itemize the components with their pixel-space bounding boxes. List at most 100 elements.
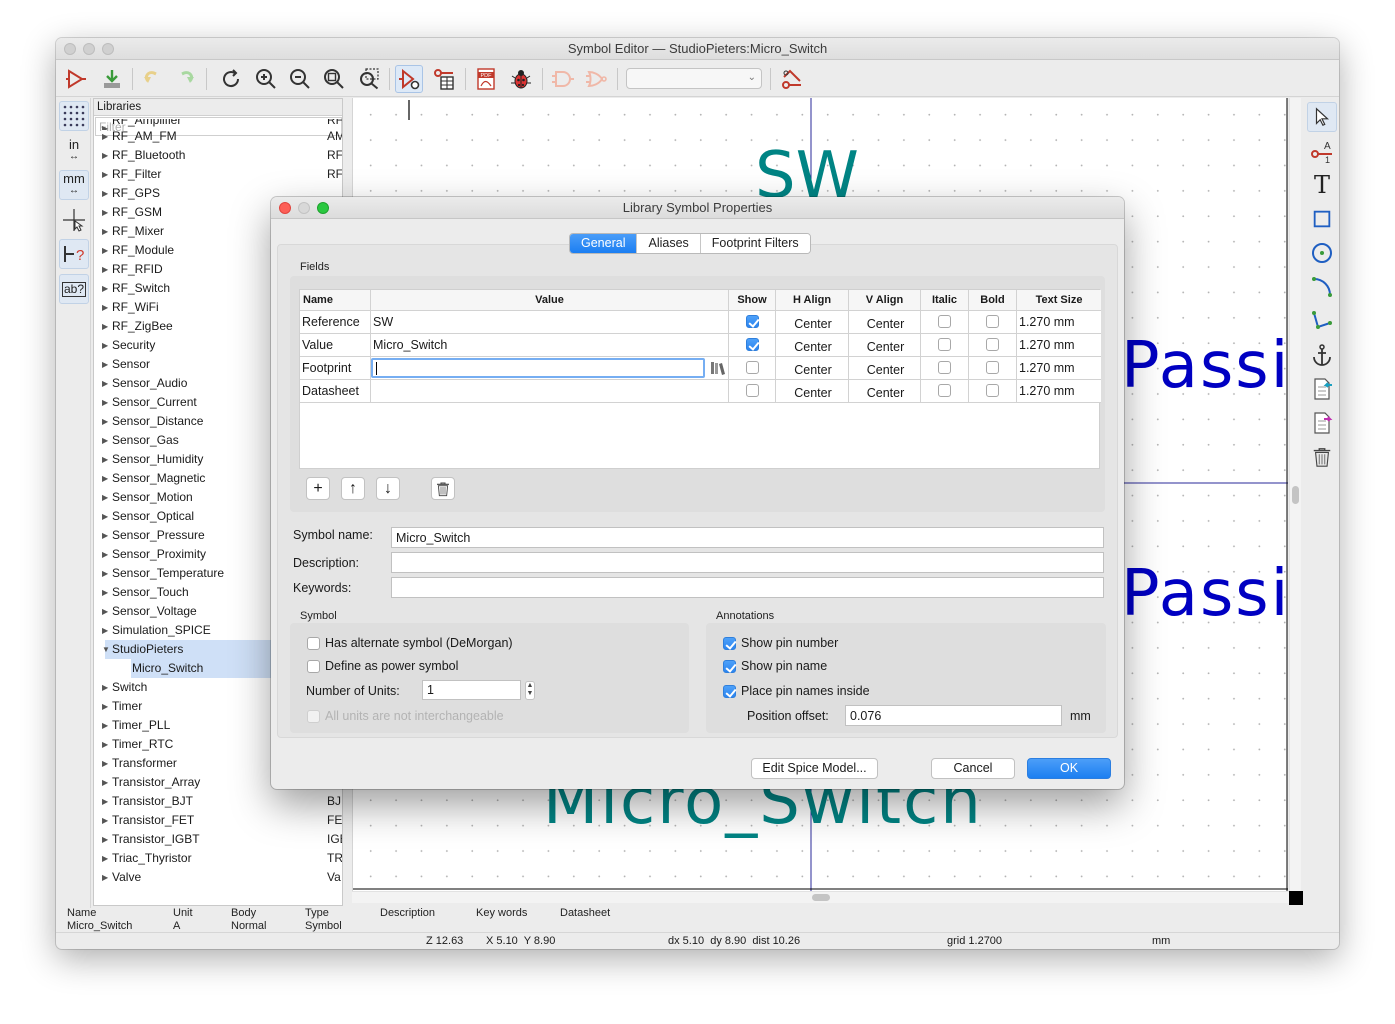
- grid-header-halign[interactable]: H Align: [776, 290, 849, 311]
- minimize-dialog-button[interactable]: [298, 202, 310, 214]
- grid-cell-show[interactable]: [729, 380, 776, 403]
- library-item[interactable]: ▶ RF_AM_FM AM: [94, 127, 342, 146]
- minimize-window-button[interactable]: [83, 43, 95, 55]
- grid-header-name[interactable]: Name: [300, 290, 371, 311]
- grid-header-valign[interactable]: V Align: [849, 290, 921, 311]
- checkbox-box[interactable]: [938, 384, 951, 397]
- zoom-dialog-button[interactable]: [317, 202, 329, 214]
- chevron-right-icon[interactable]: ▶: [102, 507, 108, 526]
- chevron-right-icon[interactable]: ▶: [102, 716, 108, 735]
- add-rectangle-icon[interactable]: [1307, 204, 1337, 234]
- checkbox-box[interactable]: [986, 315, 999, 328]
- tab-aliases[interactable]: Aliases: [637, 234, 701, 253]
- grid-cell-name[interactable]: Reference: [300, 311, 371, 334]
- chevron-right-icon[interactable]: ▶: [102, 241, 108, 260]
- grid-cell-italic[interactable]: [921, 357, 969, 380]
- ok-button[interactable]: OK: [1027, 758, 1111, 779]
- description-input[interactable]: [391, 552, 1104, 573]
- save-icon[interactable]: [98, 65, 126, 93]
- chevron-right-icon[interactable]: ▶: [102, 583, 108, 602]
- number-of-units-input[interactable]: 1: [422, 680, 521, 700]
- chevron-right-icon[interactable]: ▶: [102, 526, 108, 545]
- grid-cell-show[interactable]: [729, 357, 776, 380]
- library-item[interactable]: ▶ Valve Va: [94, 868, 342, 887]
- move-field-up-button[interactable]: ↑: [341, 477, 365, 500]
- grid-cell-halign[interactable]: Center: [776, 334, 849, 357]
- chevron-right-icon[interactable]: ▶: [102, 222, 108, 241]
- chevron-right-icon[interactable]: ▶: [102, 127, 108, 146]
- grid-cell-value[interactable]: Micro_Switch: [371, 334, 729, 357]
- checkbox-box[interactable]: [723, 660, 736, 673]
- checkbox-box[interactable]: [307, 660, 320, 673]
- chevron-right-icon[interactable]: ▶: [102, 336, 108, 355]
- grid-toggle-icon[interactable]: [59, 101, 89, 131]
- cancel-button[interactable]: Cancel: [931, 758, 1015, 779]
- library-item[interactable]: ▶ Transistor_IGBT IGE: [94, 830, 342, 849]
- grid-cell-italic[interactable]: [921, 380, 969, 403]
- chevron-right-icon[interactable]: ▶: [102, 431, 108, 450]
- chevron-right-icon[interactable]: ▶: [102, 773, 108, 792]
- checkbox-box[interactable]: [938, 338, 951, 351]
- zoom-in-icon[interactable]: [252, 65, 280, 93]
- chevron-right-icon[interactable]: ▶: [102, 412, 108, 431]
- grid-cell-valign[interactable]: Center: [849, 357, 921, 380]
- add-circle-icon[interactable]: [1307, 238, 1337, 268]
- bug-icon[interactable]: [507, 65, 535, 93]
- mm-units-icon[interactable]: mm ↔: [59, 170, 89, 200]
- library-item[interactable]: ▶ Transistor_FET FE: [94, 811, 342, 830]
- footprint-value-editor[interactable]: [371, 358, 705, 378]
- fields-grid[interactable]: Name Value Show H Align V Align Italic B…: [299, 289, 1101, 469]
- position-offset-input[interactable]: 0.076: [845, 705, 1062, 726]
- chevron-right-icon[interactable]: ▶: [102, 450, 108, 469]
- add-pin-icon[interactable]: A1: [1307, 136, 1337, 166]
- grid-cell-valign[interactable]: Center: [849, 334, 921, 357]
- grid-cell-italic[interactable]: [921, 311, 969, 334]
- add-field-button[interactable]: +: [306, 477, 330, 500]
- import-symbol-icon[interactable]: [1307, 374, 1337, 404]
- datasheet-pdf-icon[interactable]: PDF: [472, 65, 500, 93]
- checkbox-box[interactable]: [746, 315, 759, 328]
- chevron-right-icon[interactable]: ▶: [102, 868, 108, 887]
- grid-cell-show[interactable]: [729, 311, 776, 334]
- grid-header-value[interactable]: Value: [371, 290, 729, 311]
- grid-cell-name[interactable]: Footprint: [300, 357, 371, 380]
- grid-header-text-size[interactable]: Text Size: [1017, 290, 1101, 311]
- new-symbol-icon[interactable]: [62, 65, 90, 93]
- chevron-right-icon[interactable]: ▶: [102, 811, 108, 830]
- grid-cell-size[interactable]: 1.270 mm: [1017, 380, 1101, 403]
- pin-edit-icon[interactable]: [778, 65, 806, 93]
- horizontal-scroll-thumb[interactable]: [812, 894, 830, 901]
- chevron-right-icon[interactable]: ▶: [102, 374, 108, 393]
- export-symbol-icon[interactable]: [1307, 408, 1337, 438]
- zoom-window-button[interactable]: [102, 43, 114, 55]
- grid-cell-name[interactable]: Value: [300, 334, 371, 357]
- grid-cell-value[interactable]: [371, 380, 729, 403]
- grid-cell-value[interactable]: SW: [371, 311, 729, 334]
- grid-cell-size[interactable]: 1.270 mm: [1017, 334, 1101, 357]
- close-window-button[interactable]: [64, 43, 76, 55]
- chevron-right-icon[interactable]: ▶: [102, 469, 108, 488]
- checkbox-box[interactable]: [986, 338, 999, 351]
- grid-cell-halign[interactable]: Center: [776, 311, 849, 334]
- chevron-right-icon[interactable]: ▶: [102, 279, 108, 298]
- grid-cell-show[interactable]: [729, 334, 776, 357]
- chevron-right-icon[interactable]: ▶: [102, 545, 108, 564]
- undo-icon[interactable]: [138, 65, 166, 93]
- canvas-vertical-scrollbar[interactable]: [1289, 98, 1301, 891]
- checkbox-box[interactable]: [938, 361, 951, 374]
- grid-cell-bold[interactable]: [969, 334, 1017, 357]
- chevron-right-icon[interactable]: ▶: [102, 260, 108, 279]
- chevron-right-icon[interactable]: ▶: [102, 488, 108, 507]
- checkbox-box[interactable]: [723, 685, 736, 698]
- inch-units-icon[interactable]: in ↔: [59, 136, 89, 166]
- show-pin-text-icon[interactable]: ab?: [59, 274, 89, 304]
- zoom-out-icon[interactable]: [286, 65, 314, 93]
- chevron-right-icon[interactable]: ▶: [102, 146, 108, 165]
- checkbox-box[interactable]: [307, 710, 320, 723]
- canvas-horizontal-scrollbar[interactable]: [352, 891, 1289, 903]
- pin-electrical-type-icon[interactable]: ?: [59, 239, 89, 269]
- checkbox-box[interactable]: [986, 361, 999, 374]
- add-text-icon[interactable]: T: [1307, 170, 1337, 200]
- zoom-selection-icon[interactable]: [355, 65, 383, 93]
- grid-header-show[interactable]: Show: [729, 290, 776, 311]
